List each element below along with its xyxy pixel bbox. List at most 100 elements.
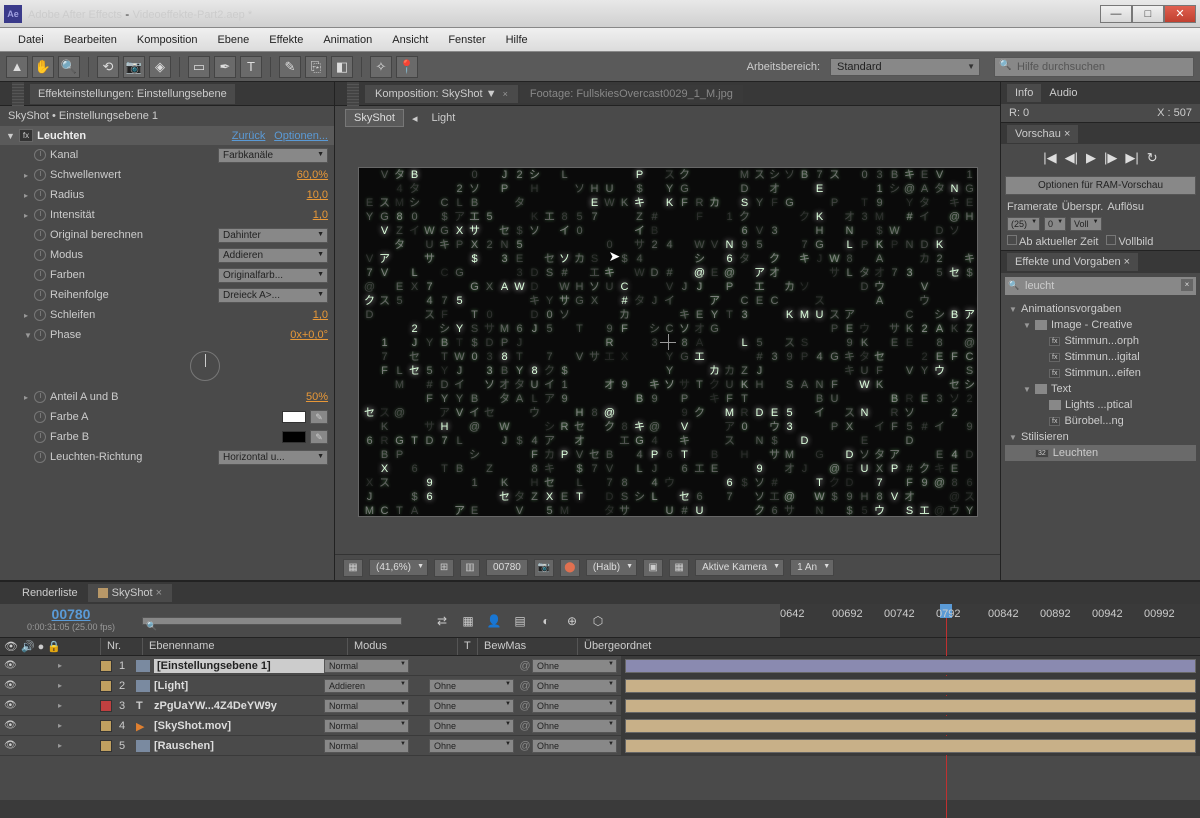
tree-item[interactable]: fxBürobel...ng — [1005, 413, 1196, 429]
clear-search-icon[interactable]: × — [1181, 279, 1193, 291]
tree-item[interactable]: ▼Text — [1005, 381, 1196, 397]
comp-flowchart-icon[interactable]: ⇄ — [432, 611, 452, 631]
menu-komposition[interactable]: Komposition — [127, 30, 208, 50]
track-matte-select[interactable]: Ohne — [429, 679, 514, 693]
prop-select[interactable]: Originalfarb... — [218, 268, 328, 283]
camera-select[interactable]: Aktive Kamera — [695, 559, 784, 576]
audio-col-icon[interactable]: 🔊 — [21, 640, 35, 653]
prop-value[interactable]: 1,0 — [313, 209, 328, 221]
close-button[interactable]: ✕ — [1164, 5, 1196, 23]
menu-fenster[interactable]: Fenster — [438, 30, 495, 50]
layer-row[interactable]: 👁▸ 5 [Rauschen] Normal Ohne @ Ohne — [0, 736, 1200, 756]
pen-tool[interactable]: ✒ — [214, 56, 236, 78]
solo-col-icon[interactable]: ● — [38, 641, 45, 653]
res-icon[interactable]: ⊞ — [434, 559, 454, 577]
pin-tool[interactable]: 📍 — [396, 56, 418, 78]
renderlist-tab[interactable]: Renderliste — [12, 584, 88, 602]
blend-mode-select[interactable]: Addieren — [324, 679, 409, 693]
layer-bar[interactable] — [625, 679, 1196, 693]
zoom-tool[interactable]: 🔍 — [58, 56, 80, 78]
eyedropper-icon[interactable]: ✎ — [310, 430, 328, 444]
prop-value[interactable]: 10,0 — [307, 189, 328, 201]
options-link[interactable]: Optionen... — [274, 130, 328, 142]
parent-select[interactable]: Ohne — [532, 699, 617, 713]
blend-mode-select[interactable]: Normal — [324, 719, 409, 733]
layer-name[interactable]: [Light] — [154, 680, 324, 692]
eraser-tool[interactable]: ◧ — [331, 56, 353, 78]
tree-item[interactable]: fxStimmun...eifen — [1005, 365, 1196, 381]
prop-value[interactable]: 50% — [306, 391, 328, 403]
tree-item[interactable]: fxStimmun...igital — [1005, 349, 1196, 365]
tree-item[interactable]: ▼Stilisieren — [1005, 429, 1196, 445]
resolution-select[interactable]: (Halb) — [586, 559, 637, 576]
eyedropper-icon[interactable]: ✎ — [310, 410, 328, 424]
twirl-icon[interactable]: ▸ — [58, 721, 68, 730]
layer-row[interactable]: 👁▸ 4 ▶ [SkyShot.mov] Normal Ohne @ Ohne — [0, 716, 1200, 736]
camera-tool[interactable]: 📷 — [123, 56, 145, 78]
timecode-display[interactable]: 00780 0:00:31:05 (25.00 fps) — [0, 604, 142, 637]
effect-header[interactable]: ▼ fx Leuchten Zurück Optionen... — [0, 126, 334, 145]
stopwatch-icon[interactable] — [34, 329, 46, 341]
grid-icon[interactable]: ▥ — [460, 559, 480, 577]
layer-bar[interactable] — [625, 739, 1196, 753]
next-frame-button[interactable]: |▶ — [1104, 150, 1117, 166]
roi-icon[interactable]: ▣ — [643, 559, 663, 577]
rect-tool[interactable]: ▭ — [188, 56, 210, 78]
parent-pickwhip-icon[interactable]: @ — [518, 700, 532, 712]
parent-pickwhip-icon[interactable]: @ — [518, 720, 532, 732]
menu-ansicht[interactable]: Ansicht — [382, 30, 438, 50]
layer-row[interactable]: 👁▸ 3 T zPgUaYW...4Z4DeYW9y Normal Ohne @… — [0, 696, 1200, 716]
layer-bar[interactable] — [625, 719, 1196, 733]
layer-bar[interactable] — [625, 659, 1196, 673]
stopwatch-icon[interactable] — [34, 391, 46, 403]
prev-frame-button[interactable]: ◀| — [1065, 150, 1078, 166]
prop-value[interactable]: 0x+0,0° — [290, 329, 328, 341]
blend-mode-select[interactable]: Normal — [324, 699, 409, 713]
layer-color[interactable] — [100, 700, 112, 712]
views-select[interactable]: 1 An — [790, 559, 834, 576]
ram-preview-button[interactable]: Optionen für RAM-Vorschau — [1005, 176, 1196, 195]
track-matte-select[interactable]: Ohne — [429, 739, 514, 753]
channel-icon[interactable]: ⬤ — [560, 559, 580, 577]
stopwatch-icon[interactable] — [34, 249, 46, 261]
menu-ebene[interactable]: Ebene — [207, 30, 259, 50]
tree-item[interactable]: fxStimmun...orph — [1005, 333, 1196, 349]
zoom-select[interactable]: (41,6%) — [369, 559, 428, 576]
maximize-button[interactable]: □ — [1132, 5, 1164, 23]
clone-tool[interactable]: ⎘ — [305, 56, 327, 78]
timeline-search[interactable] — [142, 617, 402, 625]
visibility-toggle[interactable]: 👁 — [4, 680, 16, 691]
from-current-checkbox[interactable] — [1007, 235, 1017, 245]
mag-icon[interactable]: ▦ — [343, 559, 363, 577]
help-search[interactable]: Hilfe durchsuchen — [994, 57, 1194, 77]
prop-select[interactable]: Dahinter — [218, 228, 328, 243]
tree-item[interactable]: Lights ...ptical — [1005, 397, 1196, 413]
twirl-icon[interactable]: ▼ — [6, 131, 15, 141]
frame-blend-icon[interactable]: ▤ — [510, 611, 530, 631]
visibility-toggle[interactable]: 👁 — [4, 740, 16, 751]
effects-presets-tab[interactable]: Effekte und Vorgaben × — [1007, 253, 1138, 271]
stopwatch-icon[interactable] — [34, 229, 46, 241]
framerate-select[interactable]: (25) — [1007, 217, 1040, 231]
shy-icon[interactable]: 👤 — [484, 611, 504, 631]
prop-value[interactable]: 1,0 — [313, 309, 328, 321]
pan-behind-tool[interactable]: ◈ — [149, 56, 171, 78]
layer-color[interactable] — [100, 660, 112, 672]
twirl-icon[interactable]: ▸ — [58, 681, 68, 690]
close-tab-icon[interactable]: × — [503, 89, 508, 99]
effect-controls-tab[interactable]: Effekteinstellungen: Einstellungsebene — [30, 84, 235, 104]
layer-color[interactable] — [100, 680, 112, 692]
lock-col-icon[interactable]: 🔒 — [47, 640, 61, 653]
layer-row[interactable]: 👁▸ 2 [Light] Addieren Ohne @ Ohne — [0, 676, 1200, 696]
stopwatch-icon[interactable] — [34, 149, 46, 161]
tree-item[interactable]: ▼Animationsvorgaben — [1005, 301, 1196, 317]
menu-datei[interactable]: Datei — [8, 30, 54, 50]
rotate-tool[interactable]: ⟲ — [97, 56, 119, 78]
hand-tool[interactable]: ✋ — [32, 56, 54, 78]
transparency-icon[interactable]: ▦ — [669, 559, 689, 577]
video-col-icon[interactable]: 👁 — [4, 640, 18, 653]
twirl-icon[interactable]: ▸ — [58, 661, 68, 670]
track-matte-select[interactable]: Ohne — [429, 719, 514, 733]
layer-name[interactable]: [SkyShot.mov] — [154, 720, 324, 732]
skip-select[interactable]: 0 — [1044, 217, 1066, 231]
